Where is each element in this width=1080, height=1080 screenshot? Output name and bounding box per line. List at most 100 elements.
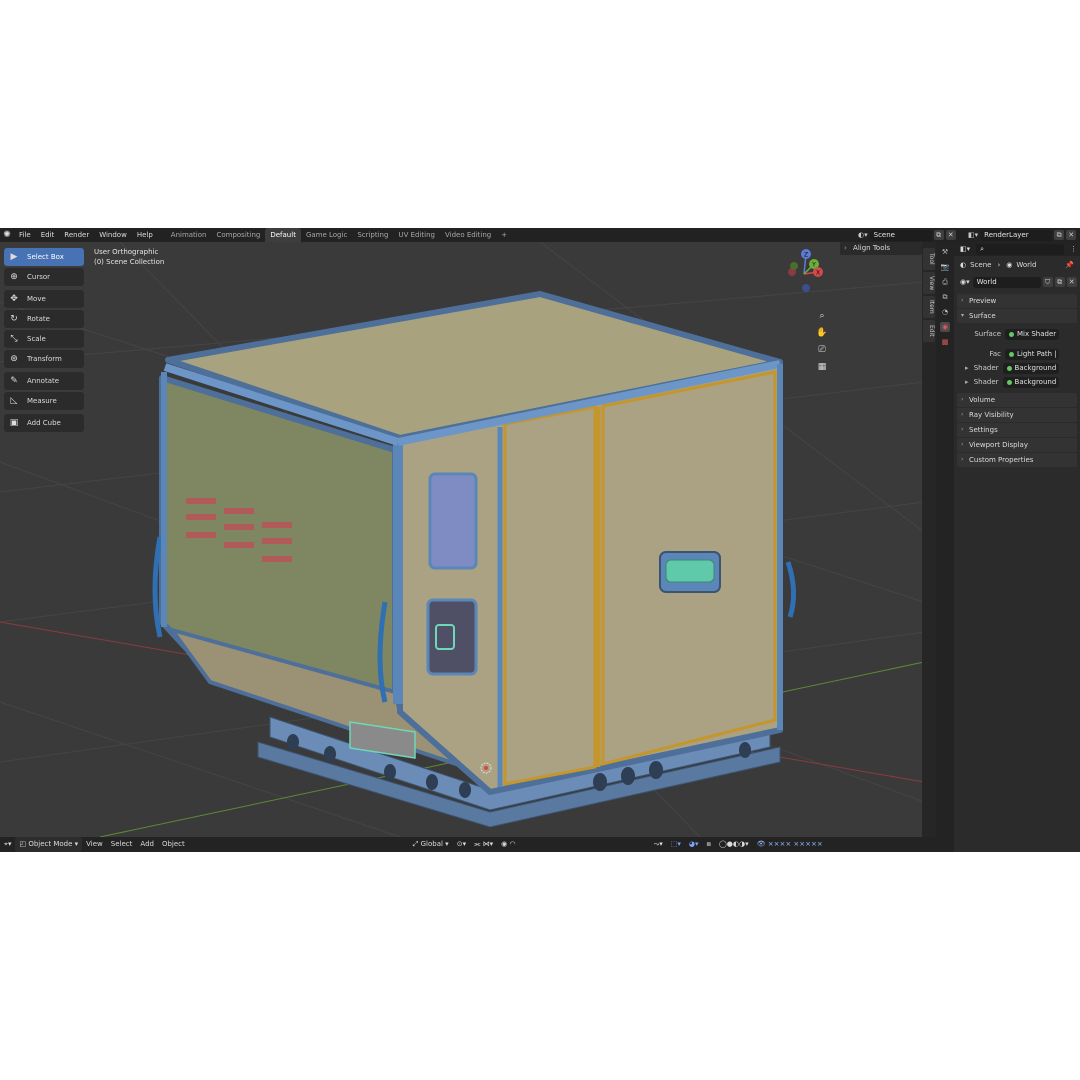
- editor-type-icon[interactable]: ◧▾: [960, 245, 970, 253]
- pan-hand-icon[interactable]: ✋: [815, 326, 829, 340]
- renderlayer-selector[interactable]: ◧▾ RenderLayer ⧉ ✕: [968, 229, 1077, 241]
- viewport-scene[interactable]: [0, 242, 924, 837]
- ortho-grid-icon[interactable]: ▦: [815, 360, 829, 374]
- tab-uv-editing[interactable]: UV Editing: [393, 228, 440, 242]
- sidebar-tab-view[interactable]: View: [923, 272, 935, 294]
- tab-default[interactable]: Default: [265, 228, 301, 242]
- 3d-cursor-center: [484, 766, 488, 770]
- menu-help[interactable]: Help: [132, 228, 158, 242]
- zoom-icon[interactable]: ⌕: [815, 309, 829, 323]
- menu-window[interactable]: Window: [94, 228, 132, 242]
- align-tools-panel[interactable]: › Align Tools: [840, 242, 922, 255]
- neg-z-axis-icon[interactable]: [802, 284, 810, 292]
- tab-animation[interactable]: Animation: [166, 228, 212, 242]
- tool-cursor[interactable]: ⊕ Cursor: [4, 268, 84, 286]
- render-properties-icon[interactable]: 📷: [940, 262, 950, 272]
- menu-render[interactable]: Render: [59, 228, 94, 242]
- panel-viewport-display[interactable]: › Viewport Display: [957, 438, 1077, 452]
- sidebar-tab-tool[interactable]: Tool: [923, 248, 935, 270]
- tab-compositing[interactable]: Compositing: [211, 228, 265, 242]
- scene-field[interactable]: Scene: [869, 229, 932, 241]
- tool-transform[interactable]: ⊛ Transform: [4, 350, 84, 368]
- surface-row-surface: Surface Mix Shader: [957, 327, 1077, 341]
- world-datablock: ◉▾ World ⛉ ⧉ ✕: [954, 274, 1080, 290]
- snap-icon[interactable]: ⫘ ⋈▾: [470, 837, 497, 852]
- view-layer-properties-icon[interactable]: ⧉: [940, 292, 950, 302]
- shading-modes-icon[interactable]: ◯●◐◑▾: [715, 837, 753, 852]
- tab-add[interactable]: +: [496, 228, 512, 242]
- tool-move[interactable]: ✥ Move: [4, 290, 84, 308]
- transform-orientation-icon: ⤢: [412, 840, 421, 848]
- panel-custom-properties[interactable]: › Custom Properties: [957, 453, 1077, 467]
- fake-user-icon[interactable]: ⛉: [1042, 277, 1053, 287]
- panel-preview[interactable]: › Preview: [957, 294, 1077, 308]
- new-renderlayer-icon[interactable]: ⧉: [1054, 230, 1065, 240]
- tool-properties-icon[interactable]: ⚒: [940, 247, 950, 257]
- unlink-world-icon[interactable]: ✕: [1066, 277, 1077, 287]
- tool-add-cube[interactable]: ▣ Add Cube: [4, 414, 84, 432]
- navigation-gizmo[interactable]: Z Y X: [782, 248, 828, 298]
- panel-settings[interactable]: › Settings: [957, 423, 1077, 437]
- expand-icon[interactable]: ▸: [965, 364, 969, 372]
- visibility-icon[interactable]: ⬚▾: [667, 837, 685, 852]
- tool-rotate[interactable]: ↻ Rotate: [4, 310, 84, 328]
- proportional-edit-icon[interactable]: ◉ ◠: [497, 837, 519, 852]
- blender-logo-icon[interactable]: ✺: [0, 230, 14, 240]
- surface-row-value[interactable]: Mix Shader: [1005, 328, 1059, 340]
- sidebar-tab-edit[interactable]: Edit: [923, 320, 935, 342]
- menu-edit[interactable]: Edit: [36, 228, 60, 242]
- new-scene-icon[interactable]: ⧉: [933, 230, 944, 240]
- surface-row-shader: ▸ Shader Background: [957, 375, 1077, 389]
- surface-row-value[interactable]: Light Path | I...: [1005, 348, 1059, 360]
- object-mode-selector[interactable]: ◰ Object Mode ▾: [15, 837, 83, 852]
- annotate-icon: ✎: [10, 376, 18, 386]
- properties-search[interactable]: ⌕: [976, 243, 1065, 255]
- delete-scene-icon[interactable]: ✕: [945, 230, 956, 240]
- menu-file[interactable]: File: [14, 228, 36, 242]
- sidebar-tab-item[interactable]: Item: [923, 296, 935, 318]
- options-icon[interactable]: ⋮: [1070, 245, 1077, 253]
- gizmo-toggle-icon[interactable]: ⤳▾: [650, 837, 667, 852]
- chevron-right-icon: ›: [961, 456, 964, 463]
- tab-scripting[interactable]: Scripting: [352, 228, 393, 242]
- 3d-viewport[interactable]: ▶ Select Box ⊕ Cursor ✥ Move ↻ Rotate ⤡ Scale ⊛ Tra…: [0, 242, 924, 837]
- surface-row-value[interactable]: Background: [1002, 362, 1059, 374]
- duplicate-world-icon[interactable]: ⧉: [1054, 277, 1065, 287]
- viewport-menu-object[interactable]: Object: [158, 837, 189, 852]
- view-toggles-icon[interactable]: 👁 ⨯⨯⨯⨯ ⨯⨯⨯⨯⨯: [753, 837, 827, 852]
- world-properties-icon[interactable]: ◉: [940, 322, 950, 332]
- panel-ray-visibility[interactable]: › Ray Visibility: [957, 408, 1077, 422]
- viewport-menu-select[interactable]: Select: [107, 837, 137, 852]
- editor-type-icon[interactable]: ⌖▾: [0, 837, 15, 852]
- delete-renderlayer-icon[interactable]: ✕: [1066, 230, 1077, 240]
- tool-measure[interactable]: ◺ Measure: [4, 392, 84, 410]
- scene-properties-icon[interactable]: ◔: [940, 307, 950, 317]
- panel-volume[interactable]: › Volume: [957, 393, 1077, 407]
- chevron-right-icon: ›: [961, 411, 964, 418]
- world-name-field[interactable]: World: [972, 276, 1041, 288]
- scene-selector[interactable]: ◐▾ Scene ⧉ ✕: [858, 229, 956, 241]
- surface-panel[interactable]: ▾ Surface: [957, 309, 1077, 323]
- tab-game-logic[interactable]: Game Logic: [301, 228, 352, 242]
- expand-icon[interactable]: ▸: [965, 378, 969, 386]
- xray-icon[interactable]: ⧈: [702, 837, 714, 852]
- world-browse-icon[interactable]: ◉▾: [960, 278, 970, 286]
- neg-y-axis-icon[interactable]: [790, 262, 798, 270]
- pin-icon[interactable]: 📌: [1065, 261, 1074, 269]
- output-properties-icon[interactable]: ⎙: [940, 277, 950, 287]
- viewport-menu-view[interactable]: View: [82, 837, 107, 852]
- pivot-icon[interactable]: ⊙▾: [453, 837, 470, 852]
- transform-orientation[interactable]: ⤢ Global ▾: [409, 837, 453, 852]
- tool-scale[interactable]: ⤡ Scale: [4, 330, 84, 348]
- properties-header: ◧▾ ⌕ ⋮: [954, 242, 1080, 256]
- texture-properties-icon[interactable]: ▩: [940, 337, 950, 347]
- overlays-icon[interactable]: ◕▾: [685, 837, 703, 852]
- tool-select-box[interactable]: ▶ Select Box: [4, 248, 84, 266]
- cargo-crate[interactable]: [152, 291, 796, 828]
- tab-video-editing[interactable]: Video Editing: [440, 228, 496, 242]
- tool-annotate[interactable]: ✎ Annotate: [4, 372, 84, 390]
- renderlayer-field[interactable]: RenderLayer: [980, 229, 1053, 241]
- camera-icon[interactable]: ⎚: [815, 343, 829, 357]
- viewport-menu-add[interactable]: Add: [136, 837, 158, 852]
- surface-row-value[interactable]: Background: [1002, 376, 1059, 388]
